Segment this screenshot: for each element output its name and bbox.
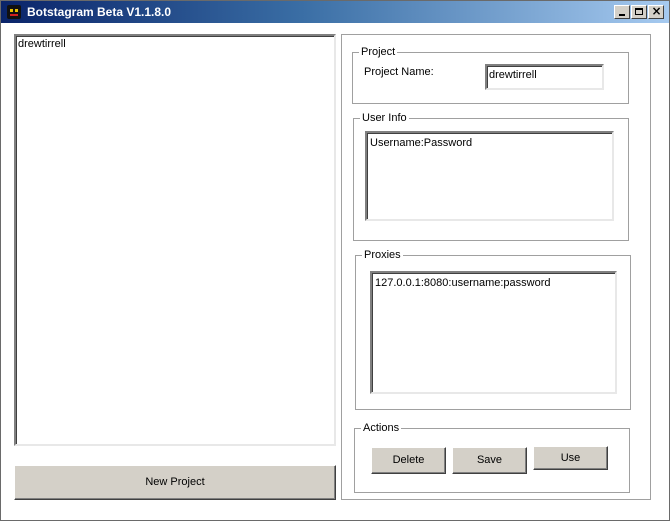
project-group-title: Project bbox=[359, 45, 398, 59]
actions-group-title: Actions bbox=[361, 421, 402, 435]
minimize-button[interactable] bbox=[614, 5, 630, 19]
title-bar[interactable]: Botstagram Beta V1.1.8.0 × bbox=[1, 1, 669, 23]
user-info-textbox[interactable]: Username:Password bbox=[365, 131, 614, 221]
project-name-field[interactable]: drewtirrell bbox=[485, 64, 604, 90]
use-label: Use bbox=[560, 452, 581, 464]
app-icon bbox=[7, 5, 21, 19]
project-name-value: drewtirrell bbox=[489, 69, 537, 81]
delete-button[interactable]: Delete bbox=[371, 447, 446, 474]
maximize-icon bbox=[635, 8, 643, 15]
project-name-label: Project Name: bbox=[364, 66, 434, 78]
client-area: drewtirrell New Project Project Project … bbox=[4, 24, 666, 517]
delete-label: Delete bbox=[392, 454, 425, 466]
project-listbox[interactable]: drewtirrell bbox=[14, 34, 336, 446]
proxies-textbox[interactable]: 127.0.0.1:8080:username:password bbox=[370, 271, 617, 394]
minimize-icon bbox=[619, 14, 625, 16]
new-project-button[interactable]: New Project bbox=[14, 465, 336, 500]
use-button[interactable]: Use bbox=[533, 446, 608, 470]
close-icon: × bbox=[651, 4, 662, 18]
save-label: Save bbox=[476, 454, 503, 466]
save-button[interactable]: Save bbox=[452, 447, 527, 474]
list-item[interactable]: drewtirrell bbox=[18, 38, 66, 51]
proxies-group-title: Proxies bbox=[362, 248, 403, 262]
user-info-group-title: User Info bbox=[360, 111, 409, 125]
window-title: Botstagram Beta V1.1.8.0 bbox=[27, 5, 172, 19]
user-info-text: Username:Password bbox=[370, 137, 473, 149]
new-project-label: New Project bbox=[145, 476, 205, 488]
proxies-text: 127.0.0.1:8080:username:password bbox=[375, 277, 551, 289]
maximize-button[interactable] bbox=[631, 5, 647, 19]
close-button[interactable]: × bbox=[648, 5, 664, 19]
app-window: Botstagram Beta V1.1.8.0 × drewtirrell N… bbox=[0, 0, 670, 521]
